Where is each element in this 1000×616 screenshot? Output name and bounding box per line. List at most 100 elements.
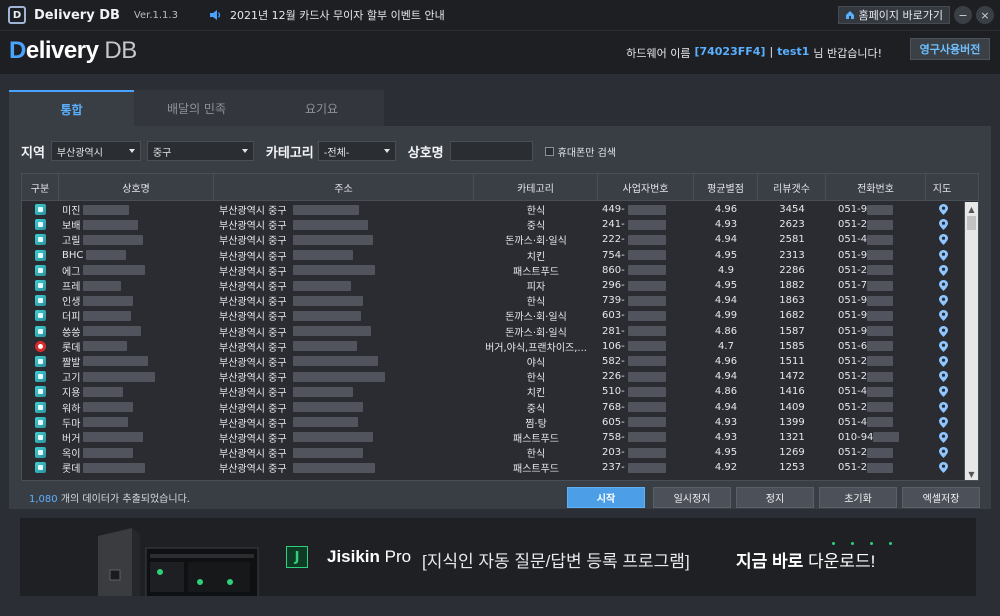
- cell-map[interactable]: [926, 400, 960, 415]
- cell-map[interactable]: [926, 202, 960, 217]
- table-row[interactable]: 더피 부산광역시 중구 돈까스·회·일식 603- 4.99 1682 051-9: [22, 308, 962, 323]
- cell-map[interactable]: [926, 217, 960, 232]
- table-row[interactable]: 롯데 부산광역시 중구 패스트푸드 237- 4.92 1253 051-2: [22, 460, 962, 475]
- cell-map[interactable]: [926, 460, 960, 475]
- tab-yogiyo[interactable]: 요기요: [259, 90, 384, 126]
- map-pin-icon[interactable]: [938, 447, 948, 459]
- tab-baemin[interactable]: 배달의 민족: [134, 90, 259, 126]
- notice-link[interactable]: 2021년 12월 카드사 무이자 할부 이벤트 안내: [230, 7, 445, 23]
- pause-button[interactable]: 일시정지: [653, 487, 731, 508]
- cell-reviews: 2286: [779, 264, 805, 276]
- map-pin-icon[interactable]: [938, 431, 948, 443]
- tab-all[interactable]: 통합: [9, 90, 134, 126]
- redacted-block: [83, 417, 129, 428]
- cell-category: 치킨: [526, 388, 546, 400]
- table-row[interactable]: BHC 부산광역시 중구 치킨 754- 4.95 2313 051-9: [22, 248, 962, 263]
- cell-map[interactable]: [926, 278, 960, 293]
- map-pin-icon[interactable]: [938, 325, 948, 337]
- cell-name: 워하: [59, 400, 214, 415]
- close-button[interactable]: ×: [976, 6, 994, 24]
- cell-name: 에그: [59, 263, 214, 278]
- cell-map[interactable]: [926, 293, 960, 308]
- table-row[interactable]: 버거 부산광역시 중구 패스트푸드 758- 4.93 1321 010-94: [22, 430, 962, 445]
- table-row[interactable]: 보배 부산광역시 중구 중식 241- 4.93 2623 051-2: [22, 217, 962, 232]
- start-button[interactable]: 시작: [567, 487, 645, 508]
- table-row[interactable]: 고기 부산광역시 중구 한식 226- 4.94 1472 051-2: [22, 369, 962, 384]
- cell-map[interactable]: [926, 445, 960, 460]
- cell-map[interactable]: [926, 339, 960, 354]
- col-name[interactable]: 상호명: [59, 174, 214, 200]
- table-row[interactable]: 짤발 부산광역시 중구 야식 582- 4.96 1511 051-2: [22, 354, 962, 369]
- map-pin-icon[interactable]: [938, 280, 948, 292]
- table-row[interactable]: 두마 부산광역시 중구 찜·탕 605- 4.93 1399 051-4: [22, 415, 962, 430]
- col-rating[interactable]: 평균별점: [694, 174, 758, 200]
- table-scrollbar[interactable]: ▲ ▼: [964, 202, 978, 480]
- scroll-down-icon[interactable]: ▼: [965, 467, 978, 480]
- table-row[interactable]: 고릴 부산광역시 중구 돈까스·회·일식 222- 4.94 2581 051-4: [22, 232, 962, 247]
- stop-button[interactable]: 정지: [736, 487, 814, 508]
- map-pin-icon[interactable]: [938, 371, 948, 383]
- excel-save-button[interactable]: 엑셀저장: [902, 487, 980, 508]
- cell-map[interactable]: [926, 324, 960, 339]
- map-pin-icon[interactable]: [938, 386, 948, 398]
- baemin-icon: [35, 386, 46, 398]
- map-pin-icon[interactable]: [938, 204, 948, 216]
- table-row[interactable]: 워하 부산광역시 중구 중식 768- 4.94 1409 051-2: [22, 399, 962, 415]
- map-pin-icon[interactable]: [938, 416, 948, 428]
- table-row[interactable]: 프레 부산광역시 중구 피자 296- 4.95 1882 051-7: [22, 278, 962, 293]
- redacted-block: [867, 417, 894, 428]
- homepage-button[interactable]: 홈페이지 바로가기: [837, 6, 950, 24]
- table-row[interactable]: 미진 부산광역시 중구 한식 449- 4.96 3454 051-9: [22, 202, 962, 217]
- map-pin-icon[interactable]: [938, 219, 948, 231]
- store-name-input[interactable]: [449, 141, 533, 161]
- cell-map[interactable]: [926, 248, 960, 263]
- district-select[interactable]: 중구: [146, 141, 254, 161]
- table-row[interactable]: 롯데 부산광역시 중구 버거,야식,프랜차이즈,... 106- 4.7 1585 051-…: [22, 339, 962, 354]
- table-row[interactable]: 씅씅 부산광역시 중구 돈까스·회·일식 281- 4.86 1587 051-9: [22, 324, 962, 339]
- cell-map[interactable]: [926, 384, 960, 399]
- cell-map[interactable]: [926, 263, 960, 278]
- cell-map[interactable]: [926, 232, 960, 247]
- col-biz-number[interactable]: 사업자번호: [598, 174, 694, 200]
- license-button[interactable]: 영구사용버전: [910, 38, 990, 60]
- map-pin-icon[interactable]: [938, 340, 948, 352]
- table-body: 미진 부산광역시 중구 한식 449- 4.96 3454 051-9 보배 부산광역시 중구 중…: [22, 202, 962, 475]
- category-label: 카테고리: [265, 145, 314, 161]
- table-row[interactable]: 지용 부산광역시 중구 치킨 510- 4.86 1416 051-4: [22, 384, 962, 399]
- table-row[interactable]: 에그 부산광역시 중구 패스트푸드 860- 4.9 2286 051-2: [22, 263, 962, 278]
- scroll-up-icon[interactable]: ▲: [965, 202, 978, 216]
- title-bar: D Delivery DB Ver.1.1.3 2021년 12월 카드사 무이…: [0, 0, 1000, 30]
- map-pin-icon[interactable]: [938, 234, 948, 246]
- col-type[interactable]: 구분: [22, 174, 59, 200]
- cell-map[interactable]: [926, 415, 960, 430]
- scroll-thumb[interactable]: [967, 216, 976, 230]
- category-select[interactable]: -전체-: [317, 141, 396, 161]
- cell-map[interactable]: [926, 354, 960, 369]
- map-pin-icon[interactable]: [938, 462, 948, 474]
- map-pin-icon[interactable]: [938, 295, 948, 307]
- col-map[interactable]: 지도: [926, 174, 958, 200]
- minimize-button[interactable]: −: [954, 6, 972, 24]
- cell-map[interactable]: [926, 308, 960, 323]
- map-pin-icon[interactable]: [938, 310, 948, 322]
- map-pin-icon[interactable]: [938, 401, 948, 413]
- phone-only-checkbox[interactable]: [544, 146, 554, 156]
- row-source-icon: [22, 369, 59, 384]
- map-pin-icon[interactable]: [938, 355, 948, 367]
- col-phone[interactable]: 전화번호: [826, 174, 926, 200]
- region-select[interactable]: 부산광역시: [50, 141, 141, 161]
- table-row[interactable]: 옥이 부산광역시 중구 한식 203- 4.95 1269 051-2: [22, 445, 962, 460]
- cell-map[interactable]: [926, 430, 960, 445]
- cell-phone: 051-6: [826, 339, 926, 354]
- table-row[interactable]: 인생 부산광역시 중구 한식 739- 4.94 1863 051-9: [22, 293, 962, 308]
- cell-map[interactable]: [926, 369, 960, 384]
- cell-rating: 4.93: [714, 431, 738, 443]
- cell-name: BHC: [59, 248, 214, 263]
- reset-button[interactable]: 초기화: [819, 487, 897, 508]
- promo-banner[interactable]: J Jisikin Pro [지식인 자동 질문/답변 등록 프로그램] 지금 …: [20, 518, 976, 596]
- map-pin-icon[interactable]: [938, 249, 948, 261]
- map-pin-icon[interactable]: [938, 264, 948, 276]
- col-reviews[interactable]: 리뷰갯수: [758, 174, 826, 200]
- col-category[interactable]: 카테고리: [474, 174, 598, 200]
- col-address[interactable]: 주소: [214, 174, 474, 200]
